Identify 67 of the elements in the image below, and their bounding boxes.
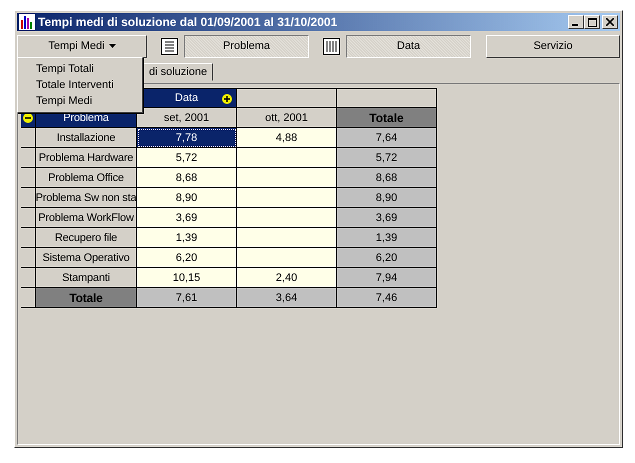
table-cell[interactable]: 5,72 (137, 148, 237, 168)
table-cell[interactable]: 6,20 (137, 248, 237, 268)
row-selector[interactable] (21, 188, 36, 208)
rows-icon[interactable] (161, 38, 178, 54)
total-cell: 8,90 (337, 188, 437, 208)
total-cell: 3,69 (337, 208, 437, 228)
row-selector[interactable] (21, 268, 36, 288)
total-header: Totale (337, 108, 437, 128)
row-header[interactable]: Sistema Operativo (36, 248, 137, 268)
close-button[interactable] (602, 15, 618, 29)
table-cell[interactable]: 3,69 (137, 208, 237, 228)
row-selector[interactable] (21, 208, 36, 228)
row-header[interactable]: Installazione (36, 128, 137, 148)
table-cell[interactable]: 8,68 (137, 168, 237, 188)
expand-icon[interactable] (222, 94, 232, 104)
column-header[interactable] (237, 88, 337, 108)
dimension-label: Data (174, 92, 198, 104)
table-cell[interactable]: 10,15 (137, 268, 237, 288)
column-header[interactable]: set, 2001 (137, 108, 237, 128)
table-cell[interactable] (237, 248, 337, 268)
caret-icon (108, 44, 116, 48)
total-cell: 1,39 (337, 228, 437, 248)
table-cell[interactable] (237, 228, 337, 248)
measure-dropdown-button[interactable]: Tempi Medi (17, 34, 147, 58)
columns-icon[interactable] (323, 38, 340, 54)
row-dimension-field[interactable]: Problema (184, 34, 309, 58)
row-header[interactable]: Recupero file (36, 228, 137, 248)
table-cell[interactable] (237, 208, 337, 228)
total-cell: 3,64 (237, 288, 337, 308)
total-cell: 7,94 (337, 268, 437, 288)
table-cell[interactable] (237, 168, 337, 188)
table-cell[interactable]: 2,40 (237, 268, 337, 288)
maximize-button[interactable] (584, 15, 600, 29)
row-header[interactable]: Problema Hardware (36, 148, 137, 168)
row-selector[interactable] (21, 168, 36, 188)
table-cell[interactable] (237, 188, 337, 208)
table-cell[interactable]: 4,88 (237, 128, 337, 148)
table-cell[interactable]: 1,39 (137, 228, 237, 248)
bar-chart-icon (19, 14, 35, 30)
total-cell: 7,61 (137, 288, 237, 308)
row-header[interactable]: Problema Sw non sta (36, 188, 137, 208)
column-header[interactable]: ott, 2001 (237, 108, 337, 128)
total-cell: 6,20 (337, 248, 437, 268)
filter-button[interactable]: Servizio (486, 34, 620, 58)
menu-item[interactable]: Tempi Totali (18, 61, 142, 77)
total-row-header: Totale (36, 288, 137, 308)
window-title: Tempi medi di soluzione dal 01/09/2001 al 31/10/2001 (38, 15, 338, 29)
row-header[interactable]: Problema Office (36, 168, 137, 188)
table-cell[interactable]: 7,78 (137, 128, 237, 148)
row-selector[interactable] (21, 148, 36, 168)
total-cell: 7,64 (337, 128, 437, 148)
table-cell[interactable] (237, 148, 337, 168)
row-selector[interactable] (21, 248, 36, 268)
maximize-icon (588, 18, 596, 26)
table-cell[interactable]: 8,90 (137, 188, 237, 208)
row-selector[interactable] (21, 288, 36, 308)
close-icon (606, 18, 614, 26)
row-selector[interactable] (21, 128, 36, 148)
column-header[interactable] (337, 88, 437, 108)
row-header[interactable]: Problema WorkFlow (36, 208, 137, 228)
total-cell: 5,72 (337, 148, 437, 168)
total-cell: 7,46 (337, 288, 437, 308)
row-selector[interactable] (21, 228, 36, 248)
row-header[interactable]: Stampanti (36, 268, 137, 288)
minimize-button[interactable] (568, 15, 584, 29)
column-dimension-field[interactable]: Data (346, 34, 471, 58)
total-cell: 8,68 (337, 168, 437, 188)
